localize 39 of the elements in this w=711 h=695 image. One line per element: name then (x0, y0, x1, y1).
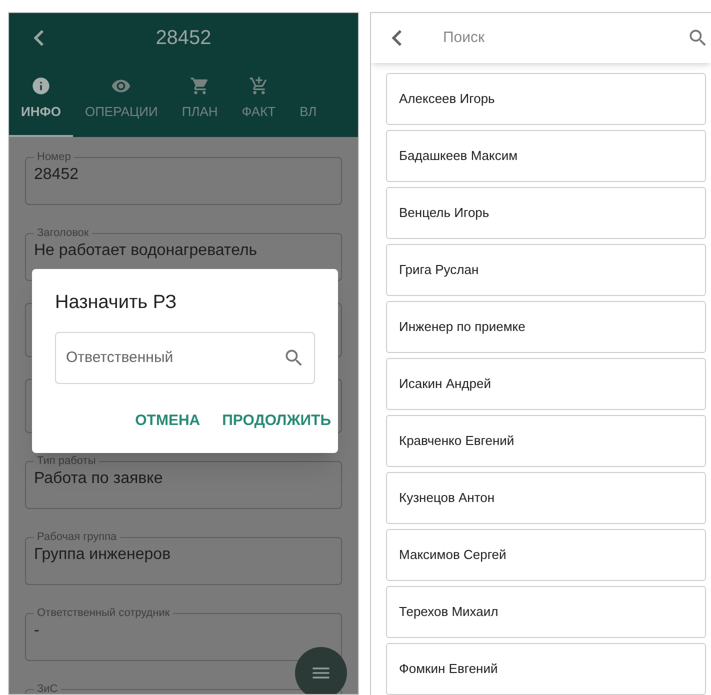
field-label: Тип работы (36, 454, 97, 469)
cart-plus-icon (248, 76, 269, 96)
person-item[interactable]: Грига Руслан (386, 244, 706, 296)
text-field[interactable]: Рабочая группа Группа инженеров (25, 529, 342, 585)
field-value: 28452 (34, 166, 80, 184)
screen-title: 28452 (156, 26, 212, 51)
info-icon (30, 76, 51, 96)
field-label: ЗиС (36, 682, 59, 694)
dialog-title: Назначить РЗ (55, 291, 178, 315)
field-value: - (34, 622, 40, 640)
menu-fab[interactable] (295, 647, 347, 694)
tab[interactable]: ПЛАН (170, 63, 230, 137)
person-item[interactable]: Терехов Михаил (386, 586, 706, 638)
field-value: Работа по заявке (34, 470, 164, 488)
search-field[interactable]: Ответственный (55, 332, 315, 384)
tab[interactable]: ФАКТ (230, 63, 288, 137)
field-label: Ответственный сотрудник (36, 606, 171, 621)
field-label: Номер (36, 150, 72, 165)
person-item[interactable]: Кравченко Евгений (386, 415, 706, 467)
cart-icon (190, 76, 210, 96)
person-item[interactable]: Исакин Андрей (386, 358, 706, 410)
person-item[interactable]: Кузнецов Антон (386, 472, 706, 524)
field-label: Заголовок (36, 226, 90, 241)
person-item[interactable]: Фомкин Евгений (386, 643, 706, 695)
field-value: Не работает водонагреватель (34, 242, 258, 260)
field-value: Группа инженеров (34, 546, 172, 564)
person-item[interactable]: Венцель Игорь (386, 187, 706, 239)
dialog-button[interactable]: ОТМЕНА (135, 410, 200, 432)
text-field[interactable]: Номер 28452 (25, 149, 342, 205)
person-item[interactable]: Инженер по приемке (386, 301, 706, 353)
tab[interactable]: ИНФО (9, 63, 73, 137)
person-item[interactable]: Алексеев Игорь (386, 73, 706, 125)
tab[interactable]: ВЛ (288, 63, 329, 137)
search-input[interactable]: Поиск (443, 26, 687, 50)
field-label: Рабочая группа (36, 530, 118, 545)
person-item[interactable]: Бадашкеев Максим (386, 130, 706, 182)
person-item[interactable]: Максимов Сергей (386, 529, 706, 581)
tab[interactable]: ОПЕРАЦИИ (72, 63, 170, 137)
dialog-button[interactable]: ПРОДОЛЖИТЬ (222, 410, 331, 432)
